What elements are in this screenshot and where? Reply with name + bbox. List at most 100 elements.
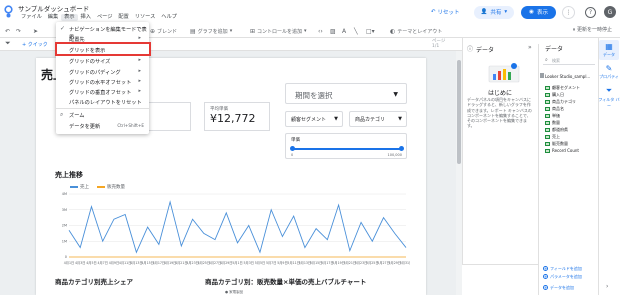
shape-button[interactable]: □▾ [366, 26, 375, 36]
field-item[interactable]: 商品カテゴリ [545, 99, 576, 104]
menu-help[interactable]: ヘルプ [158, 14, 180, 21]
field-item[interactable]: 商品名 [545, 106, 564, 111]
help-icon[interactable]: ⓘ [467, 44, 473, 53]
menu-page[interactable]: ページ [94, 14, 115, 21]
menu-file[interactable]: ファイル [18, 14, 45, 21]
avatar[interactable]: G [604, 6, 616, 18]
palette-icon: ◐ [390, 27, 396, 35]
chevron-right-icon: ▸ [138, 68, 141, 74]
add-field-button[interactable]: + フィールドを追加 [543, 266, 582, 272]
pause-updates-button[interactable]: ⏸ 更新を一時停止 [573, 26, 612, 33]
pie-chart-title[interactable]: 商品カテゴリ別売上シェア [55, 276, 133, 286]
field-item[interactable]: 都道府県 [545, 127, 568, 132]
slider-handle-max[interactable] [399, 146, 404, 151]
menu-item-reset-panel-layout[interactable]: パネルのレイアウトをリセット [56, 97, 149, 107]
slider-handle-min[interactable] [290, 146, 295, 151]
menu-item-grid-h-offset[interactable]: グリッドの水平オフセット ▸ [56, 77, 149, 87]
report-title[interactable]: サンプルダッシュボード [18, 3, 89, 13]
field-item[interactable]: 販売数量 [545, 141, 568, 146]
field-item[interactable]: 単価 [545, 113, 560, 118]
product-category-dropdown[interactable]: 商品カテゴリ ▼ [349, 111, 407, 127]
image-icon: ▨ [330, 27, 336, 35]
menu-resource[interactable]: リソース [132, 14, 159, 21]
filter-icon: ⏷ [605, 86, 613, 95]
date-range-selector[interactable]: 期間を選択 ▼ [285, 83, 407, 104]
scrollbar-thumb[interactable] [457, 60, 461, 164]
metric-icon [545, 149, 550, 153]
undo-button[interactable]: ↶ [5, 26, 10, 36]
add-parameter-button[interactable]: + パラメータを追加 [543, 274, 582, 280]
blend-button[interactable]: ⊕ ブレンド [150, 26, 177, 36]
x-tick-label: 5月5日 [255, 261, 265, 265]
view-button[interactable]: ◉ 表示 [521, 5, 556, 19]
y-tick-label: 4M [62, 192, 67, 196]
field-item[interactable]: 数量 [545, 120, 560, 125]
theme-layout-button[interactable]: ◐ テーマとレイアウト [390, 26, 442, 36]
rail-properties-tab[interactable]: ✎ プロパティ [598, 64, 620, 80]
chart-title[interactable]: 売上推移 [55, 170, 83, 180]
text-button[interactable]: A [342, 26, 346, 36]
check-icon: ✓ [60, 25, 66, 32]
menu-item-grid-v-offset[interactable]: グリッドの垂直オフセット ▸ [56, 87, 149, 97]
image-button[interactable]: ▨ [330, 26, 336, 36]
customer-segment-dropdown[interactable]: 顧客セグメント ▼ [285, 111, 343, 127]
help-icon[interactable]: ? [585, 6, 596, 18]
chevron-down-icon: ▾ [304, 28, 307, 34]
field-item[interactable]: Record Count [545, 148, 579, 153]
series-line-sales[interactable] [68, 200, 407, 254]
data-panel-title: データ [476, 47, 495, 54]
menu-view[interactable]: 表示 [61, 14, 78, 21]
datasource-icon [540, 73, 544, 78]
undo-icon: ↶ [430, 9, 436, 15]
legend-swatch [70, 186, 78, 188]
chart-icon: ▤ [190, 27, 196, 35]
add-data-button[interactable]: + データを追加 [543, 285, 574, 291]
expand-panel-icon[interactable]: › [606, 283, 608, 290]
add-control-button[interactable]: ⊞ コントロールを追加 ▾ [250, 26, 307, 36]
field-item[interactable]: 売上 [545, 134, 560, 139]
datasource-name[interactable]: Looker Studio_sampl... [545, 74, 590, 79]
menu-insert[interactable]: 挿入 [78, 14, 94, 21]
kpi-card[interactable]: 平均単価 ¥12,772 [204, 102, 270, 131]
plus-icon: + [543, 274, 548, 279]
menu-edit[interactable]: 編集 [45, 14, 61, 21]
add-quick-filter-button[interactable]: + クイック [22, 41, 48, 48]
field-item[interactable]: 購入日 [545, 92, 564, 97]
slider-track[interactable] [292, 148, 402, 150]
x-tick-label: 5月3日 [244, 261, 254, 265]
menu-item-zoom[interactable]: ⌕ ズーム [56, 110, 149, 120]
redo-button[interactable]: ↷ [16, 26, 21, 36]
menu-item-grid-size[interactable]: グリッドのサイズ ▸ [56, 56, 149, 66]
x-tick-label: 5月7日 [266, 261, 276, 265]
price-slider-control[interactable]: 単価 0 100,000 [285, 133, 407, 159]
share-button[interactable]: 👤 共有 ▾ [473, 5, 515, 19]
line-button[interactable]: ╲ [354, 26, 358, 36]
reset-button[interactable]: ↶ リセット [431, 8, 460, 16]
filter-icon[interactable]: ⏷ [5, 39, 11, 48]
page-navigator[interactable]: ページ 1/1 [432, 39, 445, 49]
add-chart-button[interactable]: ▤ グラフを追加 ▾ [190, 26, 232, 36]
blend-icon: ⊕ [150, 27, 156, 35]
bubble-legend: ● 家電製品 [225, 290, 244, 294]
field-search-input[interactable]: ⌕ 検索 [543, 56, 595, 65]
field-item[interactable]: 顧客セグメント [545, 85, 580, 90]
x-tick-label: 5月31日 [400, 261, 410, 265]
rail-filter-bar-tab[interactable]: ⏷ フィルタ バー [598, 86, 620, 109]
bubble-chart-title[interactable]: 商品カテゴリ別：販売数量×単価の売上バブルチャート [205, 276, 366, 286]
menu-item-nav-edit-mode[interactable]: ✓ ナビゲーションを編集モードで表示 [56, 24, 149, 40]
code-button[interactable]: ‹› [318, 26, 323, 36]
more-options-button[interactable]: ⋮ [562, 5, 575, 19]
y-tick-label: 1M [62, 239, 67, 243]
rail-data-tab[interactable]: ▦ データ [598, 42, 620, 58]
sales-timeseries-chart[interactable]: 4M3M2M1M04月1日 4月3日 4月5日 4月7日 4月9日 4月11日4月13日4… [55, 192, 410, 267]
cursor-icon: ➤ [33, 27, 39, 35]
x-tick-label: 5月9日 [277, 261, 287, 265]
fields-panel [538, 44, 598, 295]
menu-item-grid-padding[interactable]: グリッドのパディング ▸ [56, 67, 149, 77]
line-icon: ╲ [354, 27, 358, 35]
menu-item-refresh-data[interactable]: データを更新 Ctrl+Shift+E [56, 121, 149, 131]
menu-arrange[interactable]: 配置 [115, 14, 131, 21]
collapse-panel-icon[interactable]: » [528, 44, 532, 51]
select-button[interactable]: ➤ [33, 26, 38, 36]
dimension-icon [545, 93, 550, 97]
